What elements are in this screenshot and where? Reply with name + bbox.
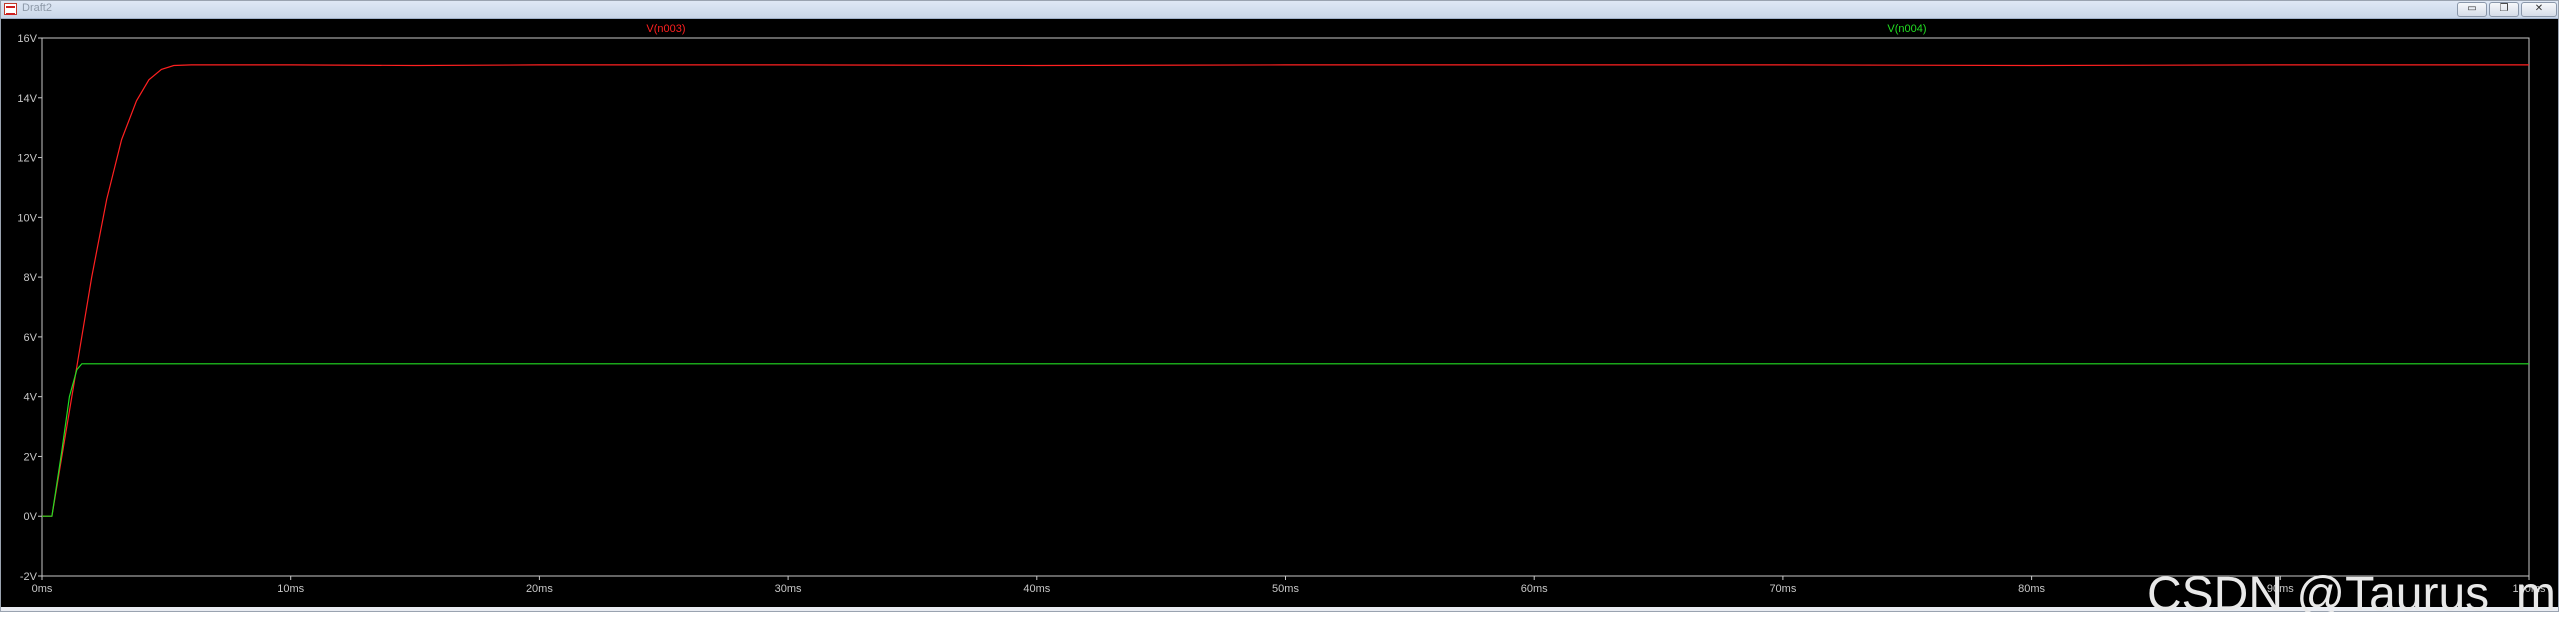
x-tick-label: 40ms [1023,583,1050,595]
y-tick-label: 10V [17,212,37,224]
waveform-plot-pane[interactable]: -2V 0V 2V 4V 6V 8V 10V 12V 14V 16V 0ms 10ms 20ms 30ms… [1,19,2558,621]
x-tick-label: 20ms [526,583,553,595]
series-label-2: V(n004) [1887,23,1926,35]
window-title: Draft2 [22,2,52,14]
y-tick-label: -2V [20,571,38,583]
x-tick-label: 0ms [32,583,53,595]
window-bottom-edge [0,612,2559,620]
y-tick-label: 2V [24,451,38,463]
y-tick-label: 6V [24,332,38,344]
close-button[interactable]: ✕ [2521,2,2557,17]
x-tick-label: 10ms [277,583,304,595]
title-bar[interactable]: Draft2 ▭ ❐ ✕ [1,1,2558,19]
waveform-chart[interactable]: -2V 0V 2V 4V 6V 8V 10V 12V 14V 16V 0ms 10ms 20ms 30ms… [1,19,2558,607]
y-tick-label: 0V [24,511,38,523]
maximize-button[interactable]: ❐ [2489,2,2519,17]
x-tick-label: 50ms [1272,583,1299,595]
y-tick-label: 12V [17,153,37,165]
waveform-app-icon[interactable] [4,3,17,15]
series-line-2 [42,363,2529,517]
x-tick-label: 30ms [775,583,802,595]
series-label-1: V(n003) [646,23,685,35]
y-tick-label: 16V [17,33,37,45]
minimize-button[interactable]: ▭ [2457,2,2487,17]
x-tick-label: 60ms [1521,583,1548,595]
x-tick-label: 70ms [1769,583,1796,595]
y-tick-label: 14V [17,93,37,105]
waveform-window: Draft2 ▭ ❐ ✕ -2V 0V 2V 4V 6V 8V 10V 12V 14V 16V 0m… [0,0,2559,621]
x-tick-label: 80ms [2018,583,2045,595]
y-tick-label: 4V [24,392,38,404]
plot-frame [41,37,2530,577]
series-line-1 [42,64,2529,517]
y-tick-label: 8V [24,272,38,284]
